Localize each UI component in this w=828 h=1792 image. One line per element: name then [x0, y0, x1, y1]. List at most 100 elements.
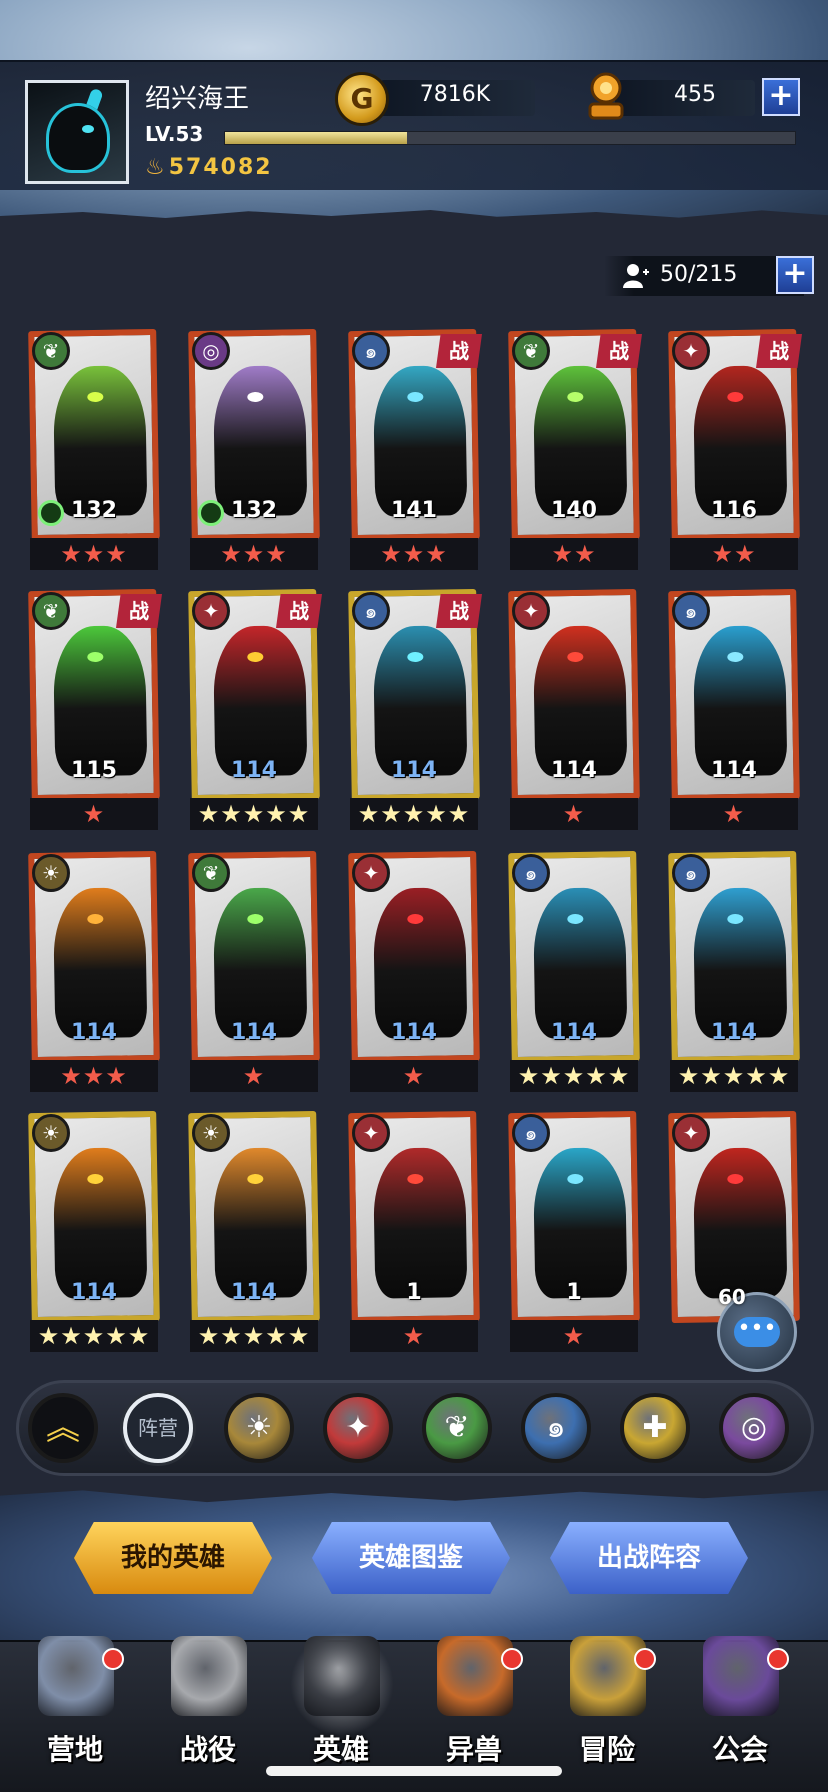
hero-card[interactable]: ✦ 114 ★ [348, 850, 480, 1094]
wave-icon: ๑ [512, 1114, 550, 1152]
hero-level: 114 [391, 1020, 437, 1045]
sun-filter-icon[interactable]: ☀ [224, 1393, 294, 1463]
hero-stars: ★★★★★ [190, 798, 318, 830]
hero-card[interactable]: ๑ 战 114 ★★★★★ [348, 588, 482, 832]
nav-adventure[interactable]: 冒险 [542, 1636, 672, 1766]
hero-grid: ❦ 132 ★★★ ◎ 132 ★★★ ๑战 141 ★★★ ❦ 战 140 ★★ ✦ 战 116 ★★ ❦ 战 11… [0, 322, 828, 1367]
hero-card[interactable]: ๑ 114 ★★★★★ [668, 850, 800, 1094]
hero-card[interactable]: ☀ 114 ★★★★★ [188, 1110, 320, 1354]
leaf-icon: ❦ [32, 332, 70, 370]
avatar-eye [82, 125, 94, 133]
notification-dot [634, 1648, 656, 1670]
add-gems-button[interactable]: + [762, 78, 800, 116]
hero-level: 114 [711, 758, 757, 783]
hero-stars: ★★★★★ [510, 1060, 638, 1092]
void-filter-icon[interactable]: ◎ [719, 1393, 789, 1463]
hero-card[interactable]: ๑ 114 ★★★★★ [508, 850, 640, 1094]
expand-capacity-button[interactable]: + [776, 256, 814, 294]
player-level: LV.53 [145, 122, 204, 146]
hero-level: 140 [551, 498, 597, 523]
hero-figure [532, 1147, 628, 1299]
nav-guild[interactable]: 公会 [675, 1636, 805, 1766]
hero-stars: ★ [510, 1320, 638, 1352]
player-avatar[interactable] [25, 80, 129, 184]
hero-card[interactable]: ☀ 114 ★★★ [28, 850, 160, 1094]
hero-stars: ★ [510, 798, 638, 830]
hero-card[interactable]: ❦ 114 ★ [188, 850, 320, 1094]
hero-card[interactable]: ☀ 114 ★★★★★ [28, 1110, 160, 1354]
hero-card[interactable]: ✦ 1 ★ [348, 1110, 480, 1354]
nav-label: 战役 [179, 1733, 236, 1766]
adventure-icon [570, 1636, 646, 1716]
tab-my-heroes[interactable]: 我的英雄 [74, 1522, 272, 1594]
hero-card[interactable]: ❦ 战 140 ★★ [508, 328, 642, 572]
hero-stars: ★★★ [30, 1060, 158, 1092]
nav-label: 英雄 [312, 1733, 369, 1766]
hero-card[interactable]: ❦ 132 ★★★ [28, 328, 160, 572]
flame-icon: ✦ [192, 592, 230, 630]
hero-figure [372, 887, 468, 1039]
in-battle-tag: 战 [276, 594, 322, 628]
gem-currency-icon [588, 72, 624, 120]
wave-icon: ๑ [672, 592, 710, 630]
hero-card[interactable]: ๑ 114 ★ [668, 588, 800, 832]
cross-filter-icon[interactable]: ✚ [620, 1393, 690, 1463]
hero-stars: ★★ [670, 538, 798, 570]
flame-filter-icon[interactable]: ✦ [323, 1393, 393, 1463]
hero-figure [532, 625, 628, 777]
leaf-icon: ❦ [512, 332, 550, 370]
tab-battle-lineup[interactable]: 出战阵容 [550, 1522, 748, 1594]
chevron-up-icon[interactable]: ︽ [28, 1393, 98, 1463]
hero-stars: ★★★ [30, 538, 158, 570]
hero-stars: ★ [350, 1320, 478, 1352]
hero-stars: ★ [30, 798, 158, 830]
hero-card[interactable]: ๑ 战 141 ★★★ [348, 328, 482, 572]
hero-card[interactable]: ❦ 战 115 ★ [28, 588, 162, 832]
nav-heroes[interactable]: 英雄 [276, 1632, 406, 1766]
hero-level: 114 [391, 758, 437, 783]
hero-stars: ★★★ [350, 538, 478, 570]
hero-figure [372, 625, 468, 777]
in-battle-tag: 战 [436, 334, 482, 368]
hero-stars: ★ [670, 798, 798, 830]
nav-campaign[interactable]: 战役 [143, 1636, 273, 1766]
flame-icon: ✦ [352, 1114, 390, 1152]
hero-level: 115 [71, 758, 117, 783]
hero-level: 114 [231, 758, 277, 783]
hero-level: 114 [231, 1280, 277, 1305]
hero-card[interactable]: ✦ 战 114 ★★★★★ [188, 588, 322, 832]
hero-card[interactable]: ✦ 战 116 ★★ [668, 328, 802, 572]
in-battle-tag: 战 [436, 594, 482, 628]
hero-level: 132 [71, 498, 117, 523]
hero-figure [212, 887, 308, 1039]
player-name: 绍兴海王 [145, 84, 250, 114]
hero-card[interactable]: ✦ 114 ★ [508, 588, 640, 832]
wave-filter-icon[interactable]: ๑ [521, 1393, 591, 1463]
hero-level: 114 [231, 1020, 277, 1045]
hero-stars: ★ [190, 1060, 318, 1092]
hero-stars: ★ [350, 1060, 478, 1092]
avatar-head [46, 103, 110, 173]
sun-icon: ☀ [192, 1114, 230, 1152]
hero-card[interactable]: ๑ 1 ★ [508, 1110, 640, 1354]
leaf-icon: ❦ [192, 854, 230, 892]
hero-figure [212, 625, 308, 777]
guild-icon [703, 1636, 779, 1716]
camp-filter-button[interactable]: 阵营 [123, 1393, 193, 1463]
hero-card[interactable]: ◎ 132 ★★★ [188, 328, 320, 572]
nav-beasts[interactable]: 异兽 [409, 1636, 539, 1766]
chat-button[interactable]: 60 ••• [717, 1285, 797, 1372]
gem-amount: 455 [674, 82, 716, 107]
campaign-icon [171, 1636, 247, 1716]
notification-dot [501, 1648, 523, 1670]
hero-figure [52, 365, 148, 517]
nav-camp[interactable]: 营地 [10, 1636, 140, 1766]
tab-hero-codex[interactable]: 英雄图鉴 [312, 1522, 510, 1594]
hero-level: 1 [566, 1280, 582, 1305]
hero-level: 114 [551, 1020, 597, 1045]
leaf-filter-icon[interactable]: ❦ [422, 1393, 492, 1463]
flame-icon: ✦ [672, 332, 710, 370]
flame-icon: ✦ [672, 1114, 710, 1152]
hero-figure [692, 1147, 788, 1299]
hero-level: 114 [71, 1020, 117, 1045]
